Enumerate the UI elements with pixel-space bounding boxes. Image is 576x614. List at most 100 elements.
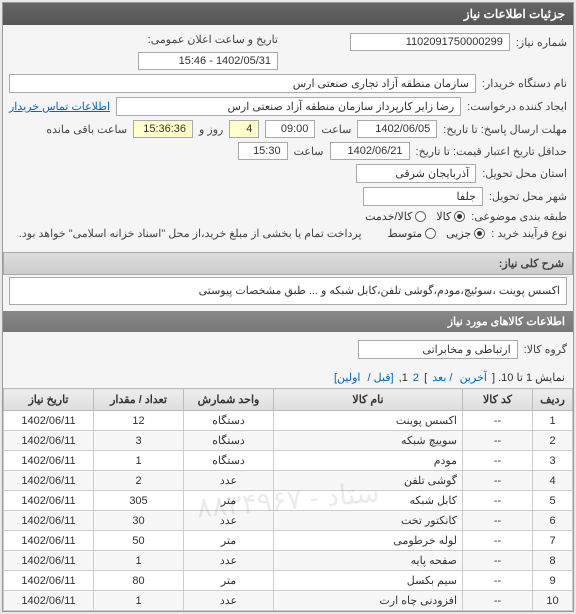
cell-code: --: [463, 411, 533, 431]
cell-date: 1402/06/11: [4, 471, 94, 491]
proc-type-radio-group: جزیی متوسط: [388, 227, 486, 240]
radio-goods[interactable]: کالا: [436, 210, 465, 223]
cell-code: --: [463, 591, 533, 611]
radio-dot-icon: [425, 228, 436, 239]
cell-code: --: [463, 571, 533, 591]
cell-n: 7: [533, 531, 573, 551]
cell-qty: 2: [94, 471, 184, 491]
goods-table: ردیف کد کالا نام کالا واحد شمارش تعداد /…: [3, 388, 573, 611]
cell-n: 6: [533, 511, 573, 531]
cell-n: 8: [533, 551, 573, 571]
cell-qty: 1: [94, 551, 184, 571]
cell-name: سیم بکسل: [274, 571, 463, 591]
table-row[interactable]: 4--گوشی تلفنعدد21402/06/11: [4, 471, 573, 491]
time-remain: 15:36:36: [133, 120, 193, 138]
table-row[interactable]: 7--لوله خرطومیمتر501402/06/11: [4, 531, 573, 551]
cell-n: 5: [533, 491, 573, 511]
deadline-date: 1402/06/05: [357, 120, 437, 138]
cell-name: گوشی تلفن: [274, 471, 463, 491]
cell-unit: متر: [184, 491, 274, 511]
cell-unit: متر: [184, 571, 274, 591]
th-qty: تعداد / مقدار: [94, 389, 184, 411]
radio-goods-service[interactable]: کالا/خدمت: [365, 210, 426, 223]
pager-sep: ]: [424, 372, 427, 384]
pager-last[interactable]: آخرین: [460, 372, 487, 384]
radio-goods-service-label: کالا/خدمت: [365, 210, 412, 223]
cell-date: 1402/06/11: [4, 551, 94, 571]
table-row[interactable]: 10--افزودنی چاه ارتعدد11402/06/11: [4, 591, 573, 611]
cell-date: 1402/06/11: [4, 491, 94, 511]
cell-name: کانکتور تخت: [274, 511, 463, 531]
valid-time: 15:30: [238, 142, 288, 160]
buyer-org-value: سازمان منطقه آزاد تجاری صنعتی ارس: [9, 74, 476, 93]
cell-qty: 30: [94, 511, 184, 531]
valid-from-label: حداقل تاریخ اعتبار قیمت: تا تاریخ:: [416, 145, 567, 158]
table-row[interactable]: 2--سوییچ شبکهدستگاه31402/06/11: [4, 431, 573, 451]
cell-unit: دستگاه: [184, 431, 274, 451]
contact-link[interactable]: اطلاعات تماس خریدار: [9, 100, 110, 113]
pager-prev[interactable]: [قبل /: [368, 372, 394, 384]
requester-value: رضا زایر کارپرداز سازمان منطقه آزاد صنعت…: [116, 97, 461, 116]
cell-qty: 1: [94, 451, 184, 471]
radio-minor[interactable]: جزیی: [446, 227, 485, 240]
radio-medium[interactable]: متوسط: [388, 227, 437, 240]
cell-name: سوییچ شبکه: [274, 431, 463, 451]
th-name: نام کالا: [274, 389, 463, 411]
proc-type-label: نوع فرآیند خرید :: [491, 227, 567, 240]
table-row[interactable]: 6--کانکتور تختعدد301402/06/11: [4, 511, 573, 531]
table-row[interactable]: 1--اکسس پوینتدستگاه121402/06/11: [4, 411, 573, 431]
radio-dot-icon: [474, 228, 485, 239]
pager-p1: 1,: [399, 372, 408, 384]
cell-date: 1402/06/11: [4, 511, 94, 531]
cell-date: 1402/06/11: [4, 411, 94, 431]
panel-title: جزئیات اطلاعات نیاز: [3, 3, 573, 25]
table-wrap: ردیف کد کالا نام کالا واحد شمارش تعداد /…: [3, 388, 573, 611]
category-label: طبقه بندی موضوعی:: [471, 210, 567, 223]
details-panel: جزئیات اطلاعات نیاز شماره نیاز: 11020917…: [2, 2, 574, 612]
cell-code: --: [463, 431, 533, 451]
desc-section-title: شرح کلی نیاز:: [3, 252, 573, 275]
announce-dt-label: تاریخ و ساعت اعلان عمومی:: [148, 33, 278, 46]
cell-n: 3: [533, 451, 573, 471]
day-and-label: روز و: [199, 123, 223, 136]
remain-label: ساعت باقی مانده: [46, 123, 127, 136]
province-value: آذربایجان شرقی: [356, 164, 476, 183]
cell-code: --: [463, 531, 533, 551]
radio-goods-label: کالا: [436, 210, 451, 223]
pager-next[interactable]: / بعد: [432, 372, 452, 384]
deadline-label: مهلت ارسال پاسخ: تا تاریخ:: [443, 123, 567, 136]
cell-unit: متر: [184, 531, 274, 551]
cell-date: 1402/06/11: [4, 531, 94, 551]
cell-name: اکسس پوینت: [274, 411, 463, 431]
cell-unit: دستگاه: [184, 411, 274, 431]
table-row[interactable]: 8--صفحه پایهعدد11402/06/11: [4, 551, 573, 571]
table-row[interactable]: 9--سیم بکسلمتر801402/06/11: [4, 571, 573, 591]
deadline-time: 09:00: [265, 120, 315, 138]
cell-unit: عدد: [184, 471, 274, 491]
pager-p2[interactable]: 2: [413, 372, 419, 384]
table-row[interactable]: 3--مودمدستگاه11402/06/11: [4, 451, 573, 471]
table-header-row: ردیف کد کالا نام کالا واحد شمارش تعداد /…: [4, 389, 573, 411]
need-no-value: 1102091750000299: [350, 33, 510, 51]
cell-n: 1: [533, 411, 573, 431]
need-no-label: شماره نیاز:: [516, 36, 567, 49]
th-unit: واحد شمارش: [184, 389, 274, 411]
pager-first[interactable]: اولین]: [334, 372, 360, 384]
cell-qty: 12: [94, 411, 184, 431]
cell-date: 1402/06/11: [4, 451, 94, 471]
cell-code: --: [463, 491, 533, 511]
goods-group-label: گروه کالا:: [524, 343, 567, 356]
cell-code: --: [463, 511, 533, 531]
city-value: جلفا: [363, 187, 483, 206]
th-row: ردیف: [533, 389, 573, 411]
cell-qty: 80: [94, 571, 184, 591]
cell-date: 1402/06/11: [4, 431, 94, 451]
radio-dot-icon: [454, 211, 465, 222]
table-row[interactable]: 5--کابل شبکهمتر3051402/06/11: [4, 491, 573, 511]
province-label: استان محل تحویل:: [482, 167, 567, 180]
desc-text: اکسس پوینت ،سوئیچ،مودم،گوشی تلفن،کابل شب…: [9, 277, 567, 305]
radio-medium-label: متوسط: [388, 227, 423, 240]
goods-group-value: ارتباطی و مخابراتی: [358, 340, 518, 359]
buyer-org-label: نام دستگاه خریدار:: [482, 77, 567, 90]
city-label: شهر محل تحویل:: [489, 190, 567, 203]
